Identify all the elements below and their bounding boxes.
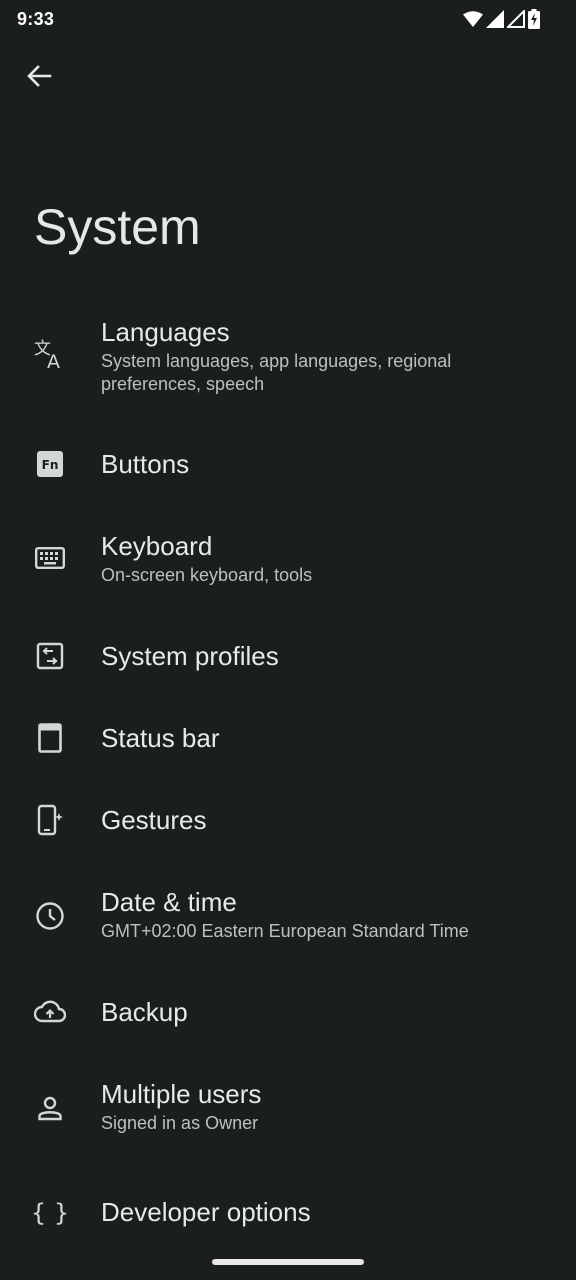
svg-text:Fn: Fn — [42, 458, 59, 472]
settings-item-languages[interactable]: 文 A Languages System languages, app lang… — [0, 312, 576, 412]
keyboard-icon — [32, 540, 68, 576]
status-time: 9:33 — [17, 9, 55, 29]
item-subtitle: GMT+02:00 Eastern European Standard Time — [101, 921, 469, 941]
item-title: Languages — [101, 317, 230, 347]
status-bar: 9:33 — [0, 0, 576, 40]
item-title: Gestures — [101, 805, 207, 835]
settings-item-buttons[interactable]: Fn Buttons — [0, 432, 576, 496]
settings-item-date-time[interactable]: Date & time GMT+02:00 Eastern European S… — [0, 870, 576, 962]
person-icon — [32, 1090, 68, 1126]
item-title: Developer options — [101, 1197, 311, 1227]
translate-icon: 文 A — [32, 336, 68, 372]
fn-key-icon: Fn — [32, 446, 68, 482]
battery-charging-icon — [528, 9, 540, 29]
item-title: Keyboard — [101, 531, 213, 561]
settings-item-multiple-users[interactable]: Multiple users Signed in as Owner — [0, 1062, 576, 1154]
phone-gesture-icon — [32, 802, 68, 838]
item-title: System profiles — [101, 641, 279, 671]
item-title: Status bar — [101, 723, 220, 753]
signal-icon — [486, 10, 504, 28]
item-title: Buttons — [101, 449, 190, 479]
back-button[interactable] — [19, 58, 59, 98]
signal-2-icon — [507, 10, 525, 28]
settings-item-gestures[interactable]: Gestures — [0, 788, 576, 852]
settings-item-keyboard[interactable]: Keyboard On-screen keyboard, tools — [0, 514, 576, 604]
item-title: Date & time — [101, 887, 237, 917]
profile-toggle-icon — [32, 638, 68, 674]
svg-text:A: A — [47, 351, 60, 370]
item-title: Multiple users — [101, 1079, 262, 1109]
settings-item-system-profiles[interactable]: System profiles — [0, 624, 576, 688]
braces-icon: { } — [32, 1194, 68, 1230]
status-bar-icon — [32, 720, 68, 756]
settings-item-backup[interactable]: Backup — [0, 980, 576, 1044]
item-title: Backup — [101, 997, 188, 1027]
item-subtitle: System languages, app languages, regiona… — [101, 351, 452, 394]
settings-item-status-bar[interactable]: Status bar — [0, 706, 576, 770]
clock-icon — [32, 898, 68, 934]
settings-item-developer-options[interactable]: { } Developer options — [0, 1180, 576, 1244]
item-subtitle: Signed in as Owner — [101, 1113, 259, 1133]
status-icons — [463, 9, 540, 29]
wifi-icon — [463, 11, 483, 27]
cloud-upload-icon — [32, 994, 68, 1030]
page-title: System — [34, 199, 201, 255]
gesture-nav-handle[interactable] — [212, 1259, 364, 1265]
svg-text:{ }: { } — [33, 1199, 67, 1227]
arrow-left-icon — [26, 64, 52, 93]
item-subtitle: On-screen keyboard, tools — [101, 565, 313, 585]
